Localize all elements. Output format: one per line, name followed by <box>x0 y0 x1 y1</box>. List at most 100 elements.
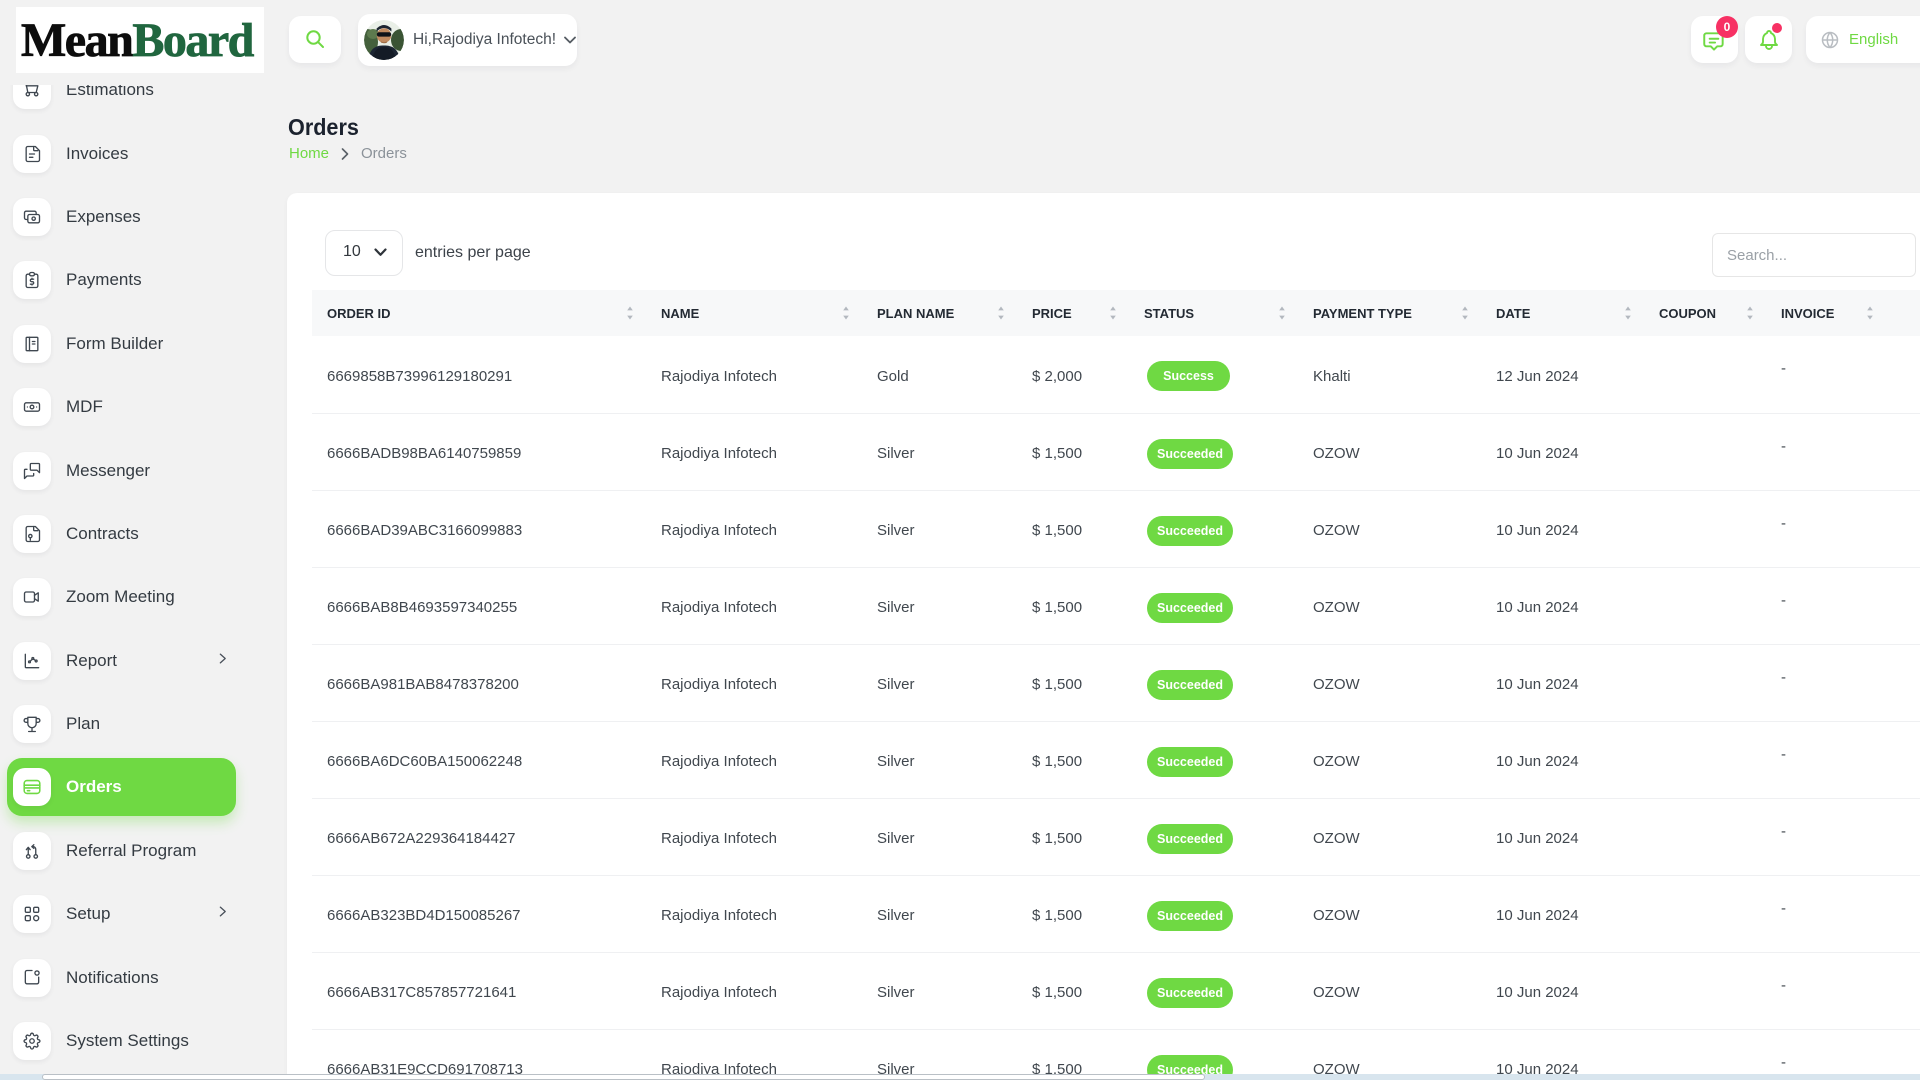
sidebar-item-system-settings[interactable]: System Settings <box>0 1009 270 1072</box>
sort-icon[interactable] <box>842 306 850 320</box>
settings-icon <box>13 1022 51 1060</box>
column-header-invoice[interactable]: INVOICE <box>1766 290 1886 336</box>
cell-date: 10 Jun 2024 <box>1481 567 1644 644</box>
table-row[interactable]: 6666AB323BD4D150085267 Rajodiya Infotech… <box>312 875 1920 952</box>
sidebar-item-label: Messenger <box>66 461 150 481</box>
cell-payment-type: OZOW <box>1298 952 1481 1029</box>
cell-name: Rajodiya Infotech <box>646 952 862 1029</box>
notifications-button[interactable] <box>1745 16 1792 63</box>
table-row[interactable]: 6666BA6DC60BA150062248 Rajodiya Infotech… <box>312 721 1920 798</box>
sidebar-item-referral-program[interactable]: Referral Program <box>0 819 270 882</box>
sidebar-item-contracts[interactable]: Contracts <box>0 502 270 565</box>
user-greeting: Hi,Rajodiya Infotech! <box>413 31 556 49</box>
cell-order-id: 6666AB323BD4D150085267 <box>312 875 646 952</box>
table-row[interactable]: 6666AB31E9CCD691708713 Rajodiya Infotech… <box>312 1029 1920 1080</box>
sidebar-item-label: Contracts <box>66 524 139 544</box>
sort-icon[interactable] <box>1624 306 1632 320</box>
sort-icon[interactable] <box>1109 306 1117 320</box>
sidebar-item-setup[interactable]: Setup <box>0 883 270 946</box>
avatar <box>364 20 404 60</box>
column-header-coupon[interactable]: COUPON <box>1644 290 1766 336</box>
sort-icon[interactable] <box>1461 306 1469 320</box>
sidebar-item-expenses[interactable]: Expenses <box>0 185 270 248</box>
sidebar-item-estimations[interactable]: Estimations <box>0 85 270 122</box>
table-row[interactable]: 6666BADB98BA6140759859 Rajodiya Infotech… <box>312 413 1920 490</box>
sidebar-item-orders[interactable]: Orders <box>0 756 270 819</box>
column-header-order-id[interactable]: ORDER ID <box>312 290 646 336</box>
sidebar-item-mdf[interactable]: MDF <box>0 375 270 438</box>
cell-order-id: 6666BA981BAB8478378200 <box>312 644 646 721</box>
sidebar-item-label: MDF <box>66 397 103 417</box>
cell-price: $ 1,500 <box>1017 952 1129 1029</box>
sidebar-item-report[interactable]: Report <box>0 629 270 692</box>
column-header-date[interactable]: DATE <box>1481 290 1644 336</box>
table-row[interactable]: 6666BAD39ABC3166099883 Rajodiya Infotech… <box>312 490 1920 567</box>
column-header-name[interactable]: NAME <box>646 290 862 336</box>
status-badge: Succeeded <box>1147 516 1233 546</box>
sort-icon[interactable] <box>1278 306 1286 320</box>
cell-name: Rajodiya Infotech <box>646 413 862 490</box>
brand-logo-second: Board <box>132 13 253 68</box>
breadcrumb-home-link[interactable]: Home <box>289 145 329 162</box>
cell-date: 10 Jun 2024 <box>1481 798 1644 875</box>
brand-logo[interactable]: MeanBoard <box>16 7 264 73</box>
sidebar-item-form-builder[interactable]: Form Builder <box>0 312 270 375</box>
search-button[interactable] <box>289 16 341 63</box>
search-input[interactable] <box>1712 233 1916 277</box>
estimation-icon <box>13 85 51 109</box>
scrollbar-thumb[interactable] <box>42 1074 1205 1080</box>
cell-date: 12 Jun 2024 <box>1481 336 1644 413</box>
cell-status: Succeeded <box>1129 490 1298 567</box>
cell-price: $ 1,500 <box>1017 875 1129 952</box>
status-badge: Succeeded <box>1147 747 1233 777</box>
cell-plan: Silver <box>862 413 1017 490</box>
sort-icon[interactable] <box>1746 306 1754 320</box>
sidebar-item-zoom-meeting[interactable]: Zoom Meeting <box>0 566 270 629</box>
sidebar-item-notifications[interactable]: Notifications <box>0 946 270 1009</box>
messages-button[interactable]: 0 <box>1691 16 1738 63</box>
cell-order-id: 6666BAD39ABC3166099883 <box>312 490 646 567</box>
plan-icon <box>13 705 51 743</box>
sidebar-item-payments[interactable]: Payments <box>0 249 270 312</box>
cell-status: Succeeded <box>1129 1029 1298 1080</box>
entries-per-page-select[interactable]: 10 <box>325 230 403 276</box>
table-row[interactable]: 6666AB672A229364184427 Rajodiya Infotech… <box>312 798 1920 875</box>
column-header-filler <box>1886 290 1920 336</box>
cell-status: Succeeded <box>1129 721 1298 798</box>
sidebar-item-invoices[interactable]: Invoices <box>0 122 270 185</box>
column-header-plan-name[interactable]: PLAN NAME <box>862 290 1017 336</box>
column-header-payment-type[interactable]: PAYMENT TYPE <box>1298 290 1481 336</box>
message-count-badge: 0 <box>1716 16 1738 38</box>
sidebar-item-plan[interactable]: Plan <box>0 692 270 755</box>
cell-price: $ 2,000 <box>1017 336 1129 413</box>
report-icon <box>13 642 51 680</box>
horizontal-scrollbar[interactable] <box>0 1074 1920 1080</box>
chevron-right-icon <box>216 652 229 670</box>
table-row[interactable]: 6666AB317C857857721641 Rajodiya Infotech… <box>312 952 1920 1029</box>
sidebar-item-label: Notifications <box>66 968 159 988</box>
cell-status: Succeeded <box>1129 644 1298 721</box>
cell-status: Succeeded <box>1129 413 1298 490</box>
sort-icon[interactable] <box>1866 306 1874 320</box>
cell-filler <box>1886 952 1920 1029</box>
zoom-meeting-icon <box>13 578 51 616</box>
column-header-status[interactable]: STATUS <box>1129 290 1298 336</box>
column-header-price[interactable]: PRICE <box>1017 290 1129 336</box>
language-selector[interactable]: English <box>1806 16 1920 63</box>
status-badge: Succeeded <box>1147 901 1233 931</box>
cell-price: $ 1,500 <box>1017 721 1129 798</box>
sidebar-item-label: Plan <box>66 714 100 734</box>
cell-name: Rajodiya Infotech <box>646 875 862 952</box>
table-row[interactable]: 6666BAB8B4693597340255 Rajodiya Infotech… <box>312 567 1920 644</box>
cell-filler <box>1886 1029 1920 1080</box>
sidebar-item-messenger[interactable]: Messenger <box>0 439 270 502</box>
cell-order-id: 6666BADB98BA6140759859 <box>312 413 646 490</box>
table-row[interactable]: 6666BA981BAB8478378200 Rajodiya Infotech… <box>312 644 1920 721</box>
table-row[interactable]: 6669858B73996129180291 Rajodiya Infotech… <box>312 336 1920 413</box>
sort-icon[interactable] <box>626 306 634 320</box>
cell-price: $ 1,500 <box>1017 413 1129 490</box>
user-menu[interactable]: Hi,Rajodiya Infotech! <box>358 14 577 66</box>
sort-icon[interactable] <box>997 306 1005 320</box>
cell-price: $ 1,500 <box>1017 798 1129 875</box>
status-badge: Succeeded <box>1147 593 1233 623</box>
